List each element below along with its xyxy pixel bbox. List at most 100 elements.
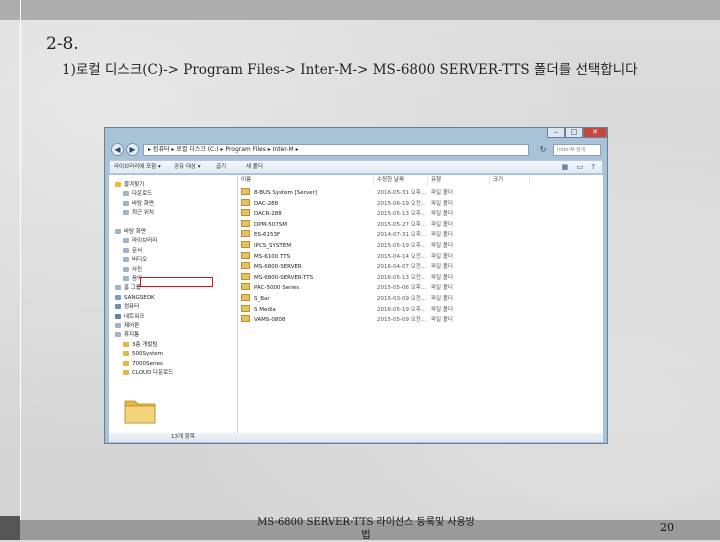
file-row[interactable]: DAC-288 2015-06-19 오전... 파일 폴더 bbox=[238, 198, 603, 210]
nav-item-label: 홈 그룹 bbox=[124, 285, 141, 292]
view-options-icon[interactable]: ▦ ▭ ? bbox=[562, 162, 598, 173]
nav-item[interactable]: CLOUD 다운로드 bbox=[123, 369, 173, 378]
nav-item-label: 500System bbox=[132, 351, 164, 358]
nav-item[interactable]: 다운로드 bbox=[123, 190, 152, 199]
toolbar-share[interactable]: 공유 대상 ▾ bbox=[174, 162, 201, 173]
folder-icon bbox=[241, 219, 250, 227]
nav-item[interactable]: 라이브러리 bbox=[123, 237, 157, 246]
file-name: IPCS_SYSTEM bbox=[241, 241, 291, 252]
large-folder-icon bbox=[124, 400, 156, 424]
nav-item[interactable]: 제어판 bbox=[115, 322, 139, 331]
network-icon bbox=[115, 313, 121, 319]
nav-item[interactable]: 즐겨찾기 bbox=[115, 181, 144, 190]
toolbar-new-folder[interactable]: 새 폴더 bbox=[246, 162, 263, 173]
nav-item[interactable]: 500System bbox=[123, 350, 163, 359]
file-row[interactable]: DACR-288 2015-05-13 오후... 파일 폴더 bbox=[238, 209, 603, 220]
file-name-text: VAMS-0808 bbox=[254, 317, 286, 324]
control-panel-icon bbox=[115, 323, 121, 328]
folder-icon bbox=[241, 262, 250, 270]
file-row[interactable]: MS-6800-SERVER-TTS 2016-05-13 오전... 파일 폴더 bbox=[238, 272, 603, 284]
file-name-text: S Media bbox=[254, 306, 276, 313]
file-name-text: MS-6800-SERVER-TTS bbox=[254, 274, 314, 281]
forward-arrow-icon[interactable]: ▶ bbox=[126, 143, 139, 156]
column-header-date[interactable]: 수정한 날짜 bbox=[374, 175, 428, 186]
nav-item[interactable]: 컴퓨터 bbox=[115, 303, 139, 312]
file-date: 2014-07-31 오후... bbox=[377, 232, 427, 239]
music-icon bbox=[123, 276, 129, 281]
file-name: S_Bar bbox=[241, 294, 270, 305]
nav-item[interactable]: 사진 bbox=[123, 266, 142, 275]
file-name: DAC-288 bbox=[241, 198, 278, 210]
item-count: 13개 항목 bbox=[171, 434, 195, 440]
nav-item-label: 3층 개발팀 bbox=[132, 341, 158, 348]
toolbar-burn[interactable]: 굽기 bbox=[216, 162, 226, 173]
file-list: 이름 수정한 날짜 유형 크기 8-BUS System [Server] 201… bbox=[238, 175, 603, 433]
file-row[interactable]: PAC-5000 Series 2015-05-06 오후... 파일 폴더 bbox=[238, 283, 603, 294]
search-input[interactable]: Inter-M 검색 bbox=[553, 144, 601, 156]
file-name-text: DACR-288 bbox=[254, 211, 282, 218]
file-name-text: DPM-507SM bbox=[254, 221, 288, 228]
page-number: 20 bbox=[660, 521, 674, 534]
toolbar-include-library[interactable]: 라이브러리에 포함 ▾ bbox=[114, 162, 161, 173]
file-name-text: ES-6153F bbox=[254, 232, 281, 239]
file-name: S Media bbox=[241, 304, 276, 316]
folder-icon bbox=[123, 360, 129, 366]
column-header-name[interactable]: 이름 bbox=[238, 175, 374, 186]
file-date: 2015-05-06 오후... bbox=[377, 285, 427, 292]
file-row[interactable]: MS-6800-SERVER 2016-04-07 오전... 파일 폴더 bbox=[238, 262, 603, 273]
file-type: 파일 폴더 bbox=[431, 211, 453, 218]
nav-item[interactable]: 비디오 bbox=[123, 256, 147, 265]
nav-item[interactable]: SANGSEOK bbox=[115, 294, 155, 303]
nav-item[interactable]: 바탕 화면 bbox=[115, 228, 146, 237]
file-row[interactable]: S Media 2016-05-19 오후... 파일 폴더 bbox=[238, 304, 603, 316]
nav-item[interactable]: 최근 위치 bbox=[123, 209, 154, 218]
document-icon bbox=[123, 247, 129, 253]
column-header-size[interactable]: 크기 bbox=[490, 175, 530, 186]
minimize-button[interactable]: – bbox=[547, 128, 565, 138]
file-name-text: IPCS_SYSTEM bbox=[254, 243, 291, 249]
nav-item[interactable]: 7000Series bbox=[123, 360, 163, 369]
nav-item-label: 비디오 bbox=[132, 257, 148, 264]
file-name-text: MS-6100 TTS bbox=[254, 253, 291, 260]
nav-item[interactable]: 문서 bbox=[123, 247, 142, 256]
refresh-icon[interactable]: ↻ bbox=[537, 144, 549, 156]
folder-icon bbox=[241, 188, 250, 195]
address-row: ◀ ▶ ▸ 컴퓨터 ▸ 로컬 디스크 (C:) ▸ Program Files … bbox=[109, 141, 603, 159]
nav-item-label: 다운로드 bbox=[132, 191, 153, 198]
close-button[interactable]: ✕ bbox=[583, 128, 607, 138]
computer-icon bbox=[115, 304, 121, 310]
column-header-type[interactable]: 유형 bbox=[428, 175, 490, 186]
file-row[interactable]: MS-6100 TTS 2015-04-14 오전... 파일 폴더 bbox=[238, 251, 603, 263]
command-toolbar: 라이브러리에 포함 ▾ 공유 대상 ▾ 굽기 새 폴더 ▦ ▭ ? bbox=[109, 160, 603, 174]
maximize-button[interactable]: □ bbox=[565, 128, 583, 138]
file-type: 파일 폴더 bbox=[431, 253, 453, 260]
nav-item[interactable]: 3층 개발팀 bbox=[123, 341, 158, 350]
file-row[interactable]: DPM-507SM 2015-05-27 오후... 파일 폴더 bbox=[238, 219, 603, 231]
folder-icon bbox=[241, 304, 250, 312]
top-divider bbox=[20, 0, 21, 20]
file-type: 파일 폴더 bbox=[431, 200, 453, 207]
video-icon bbox=[123, 257, 129, 263]
back-arrow-icon[interactable]: ◀ bbox=[111, 143, 124, 156]
file-type: 파일 폴더 bbox=[431, 274, 453, 281]
file-row[interactable]: VAMS-0808 2015-05-09 오전... 파일 폴더 bbox=[238, 315, 603, 326]
slide-subtitle: 1)로컬 디스크(C)-> Program Files-> Inter-M-> … bbox=[62, 62, 638, 78]
nav-item[interactable]: 휴지통 bbox=[115, 331, 139, 340]
nav-item[interactable]: 홈 그룹 bbox=[115, 284, 141, 293]
file-name-text: MS-6800-SERVER bbox=[254, 264, 302, 271]
nav-item[interactable]: 네트워크 bbox=[115, 313, 144, 322]
file-row[interactable]: IPCS_SYSTEM 2015-05-19 오후... 파일 폴더 bbox=[238, 241, 603, 252]
file-row[interactable]: 8-BUS System [Server] 2016-05-31 오후... 파일 … bbox=[238, 188, 603, 199]
address-bar[interactable]: ▸ 컴퓨터 ▸ 로컬 디스크 (C:) ▸ Program Files ▸ In… bbox=[143, 144, 529, 156]
nav-item[interactable]: 바탕 화면 bbox=[123, 200, 154, 209]
nav-item-label: SANGSEOK bbox=[124, 294, 155, 301]
nav-item-label: CLOUD 다운로드 bbox=[132, 370, 174, 376]
nav-item-label: 사진 bbox=[132, 266, 143, 273]
file-name: MS-6800-SERVER-TTS bbox=[241, 272, 314, 284]
file-row[interactable]: S_Bar 2015-03-09 오전... 파일 폴더 bbox=[238, 294, 603, 305]
file-name: DACR-288 bbox=[241, 209, 282, 220]
footer-caption: MS-6800 SERVER-TTS 라이선스 등록및 사용방법 bbox=[257, 517, 475, 541]
nav-item-label: 7000Series bbox=[132, 360, 163, 367]
library-icon bbox=[123, 238, 129, 244]
file-row[interactable]: ES-6153F 2014-07-31 오후... 파일 폴더 bbox=[238, 230, 603, 241]
